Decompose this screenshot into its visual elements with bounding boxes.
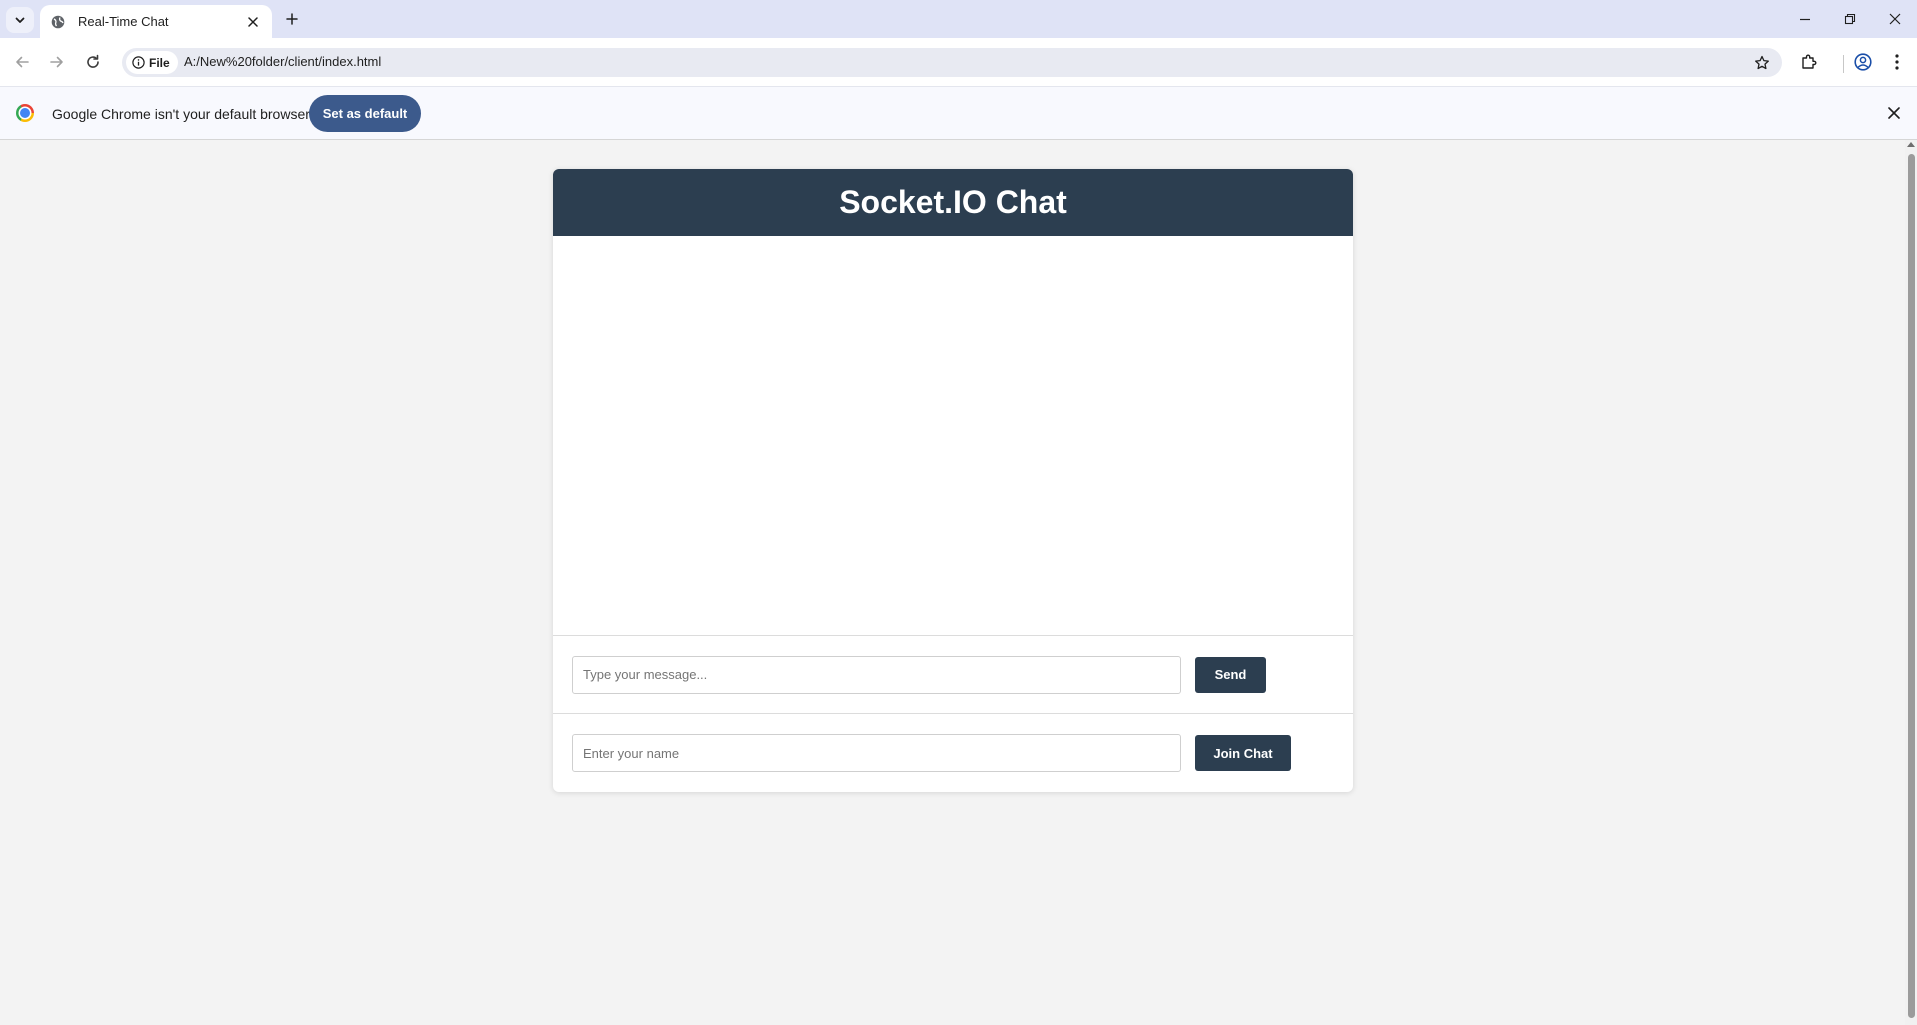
join-form: Join Chat [553,714,1353,792]
toolbar-divider [1843,55,1844,73]
info-icon [132,56,145,69]
tab-strip: Real-Time Chat [0,0,1917,38]
default-browser-infobar: Google Chrome isn't your default browser… [0,86,1917,140]
reload-button[interactable] [81,50,105,74]
browser-toolbar: File A:/New%20folder/client/index.html [0,38,1917,86]
profile-button[interactable] [1851,50,1875,74]
scroll-up-arrow-icon[interactable] [1907,142,1915,147]
infobar-close-button[interactable] [1884,103,1904,123]
restore-button[interactable] [1839,8,1861,30]
close-icon [1889,13,1901,25]
infobar-message: Google Chrome isn't your default browser [52,106,310,122]
account-circle-icon [1854,53,1872,71]
chrome-logo-icon [16,104,34,122]
set-as-default-button[interactable]: Set as default [309,95,421,132]
site-chip-label: File [149,55,170,70]
bookmark-star-button[interactable] [1752,53,1772,73]
chat-header: Socket.IO Chat [553,169,1353,236]
globe-icon [50,14,66,30]
star-icon [1755,55,1769,70]
minimize-button[interactable] [1794,8,1816,30]
messages-area[interactable] [553,236,1353,636]
extensions-button[interactable] [1797,50,1821,74]
arrow-right-icon [50,56,63,68]
chevron-down-icon [15,17,25,23]
close-tab-icon[interactable] [244,13,262,31]
scrollbar-thumb[interactable] [1908,154,1915,1018]
send-button[interactable]: Send [1195,656,1266,693]
chat-container: Socket.IO Chat Send Join Chat [553,169,1353,792]
plus-icon [286,13,298,25]
site-info-chip[interactable]: File [126,51,178,74]
restore-icon [1844,13,1856,25]
tab-title: Real-Time Chat [78,14,169,29]
name-input[interactable] [572,734,1181,772]
more-vertical-icon [1895,54,1899,70]
close-icon [1888,107,1900,119]
close-window-button[interactable] [1884,8,1906,30]
chat-title: Socket.IO Chat [839,184,1067,220]
tab-real-time-chat[interactable]: Real-Time Chat [40,5,272,38]
minimize-icon [1800,18,1810,21]
menu-button[interactable] [1885,50,1909,74]
back-button[interactable] [10,50,34,74]
message-input[interactable] [572,655,1181,694]
address-bar[interactable]: File A:/New%20folder/client/index.html [122,48,1782,77]
arrow-left-icon [16,56,29,68]
forward-button[interactable] [45,50,69,74]
reload-icon [87,54,99,68]
url-text[interactable]: A:/New%20folder/client/index.html [184,54,381,69]
tab-search-button[interactable] [6,7,34,33]
message-form: Send [553,636,1353,714]
puzzle-icon [1802,54,1817,69]
join-chat-button[interactable]: Join Chat [1195,735,1291,771]
new-tab-button[interactable] [282,9,302,29]
page-scrollbar[interactable] [1905,140,1917,1025]
